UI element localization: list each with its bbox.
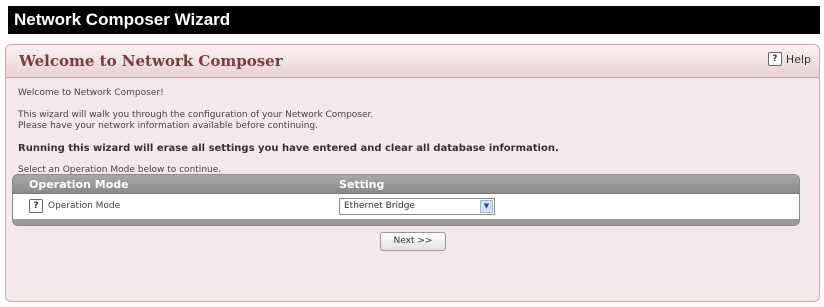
help-button[interactable]: ? Help: [767, 52, 811, 66]
column-header-setting: Setting: [339, 178, 385, 191]
panel-title: Welcome to Network Composer: [19, 52, 283, 70]
help-icon[interactable]: ?: [29, 199, 43, 213]
intro-text-2: Please have your network information ava…: [18, 121, 319, 131]
intro-text-1: This wizard will walk you through the co…: [18, 110, 374, 120]
erase-warning: Running this wizard will erase all setti…: [18, 143, 559, 154]
table-header: Operation Mode Setting: [13, 175, 799, 193]
wizard-title-bar: Network Composer Wizard: [8, 6, 820, 34]
help-label: Help: [785, 52, 811, 66]
column-header-operation-mode: Operation Mode: [29, 178, 129, 191]
operation-mode-select[interactable]: Ethernet Bridge ▼: [339, 198, 495, 215]
panel-header: Welcome to Network Composer ? Help: [6, 45, 819, 78]
operation-mode-cell: ? Operation Mode: [29, 199, 120, 213]
chevron-down-icon[interactable]: ▼: [480, 200, 493, 213]
next-button[interactable]: Next >>: [380, 232, 446, 251]
operation-mode-value: Ethernet Bridge: [344, 201, 415, 211]
panel-content: Welcome to Network Composer! This wizard…: [6, 78, 819, 186]
app-title: Network Composer Wizard: [14, 10, 231, 29]
operation-mode-label: Operation Mode: [48, 201, 121, 211]
table-row: ? Operation Mode Ethernet Bridge ▼: [13, 193, 799, 219]
welcome-text: Welcome to Network Composer!: [18, 88, 164, 98]
operation-mode-table: Operation Mode Setting ? Operation Mode …: [12, 174, 800, 226]
welcome-panel: Welcome to Network Composer ? Help Welco…: [5, 44, 820, 302]
help-icon: ?: [767, 52, 782, 66]
